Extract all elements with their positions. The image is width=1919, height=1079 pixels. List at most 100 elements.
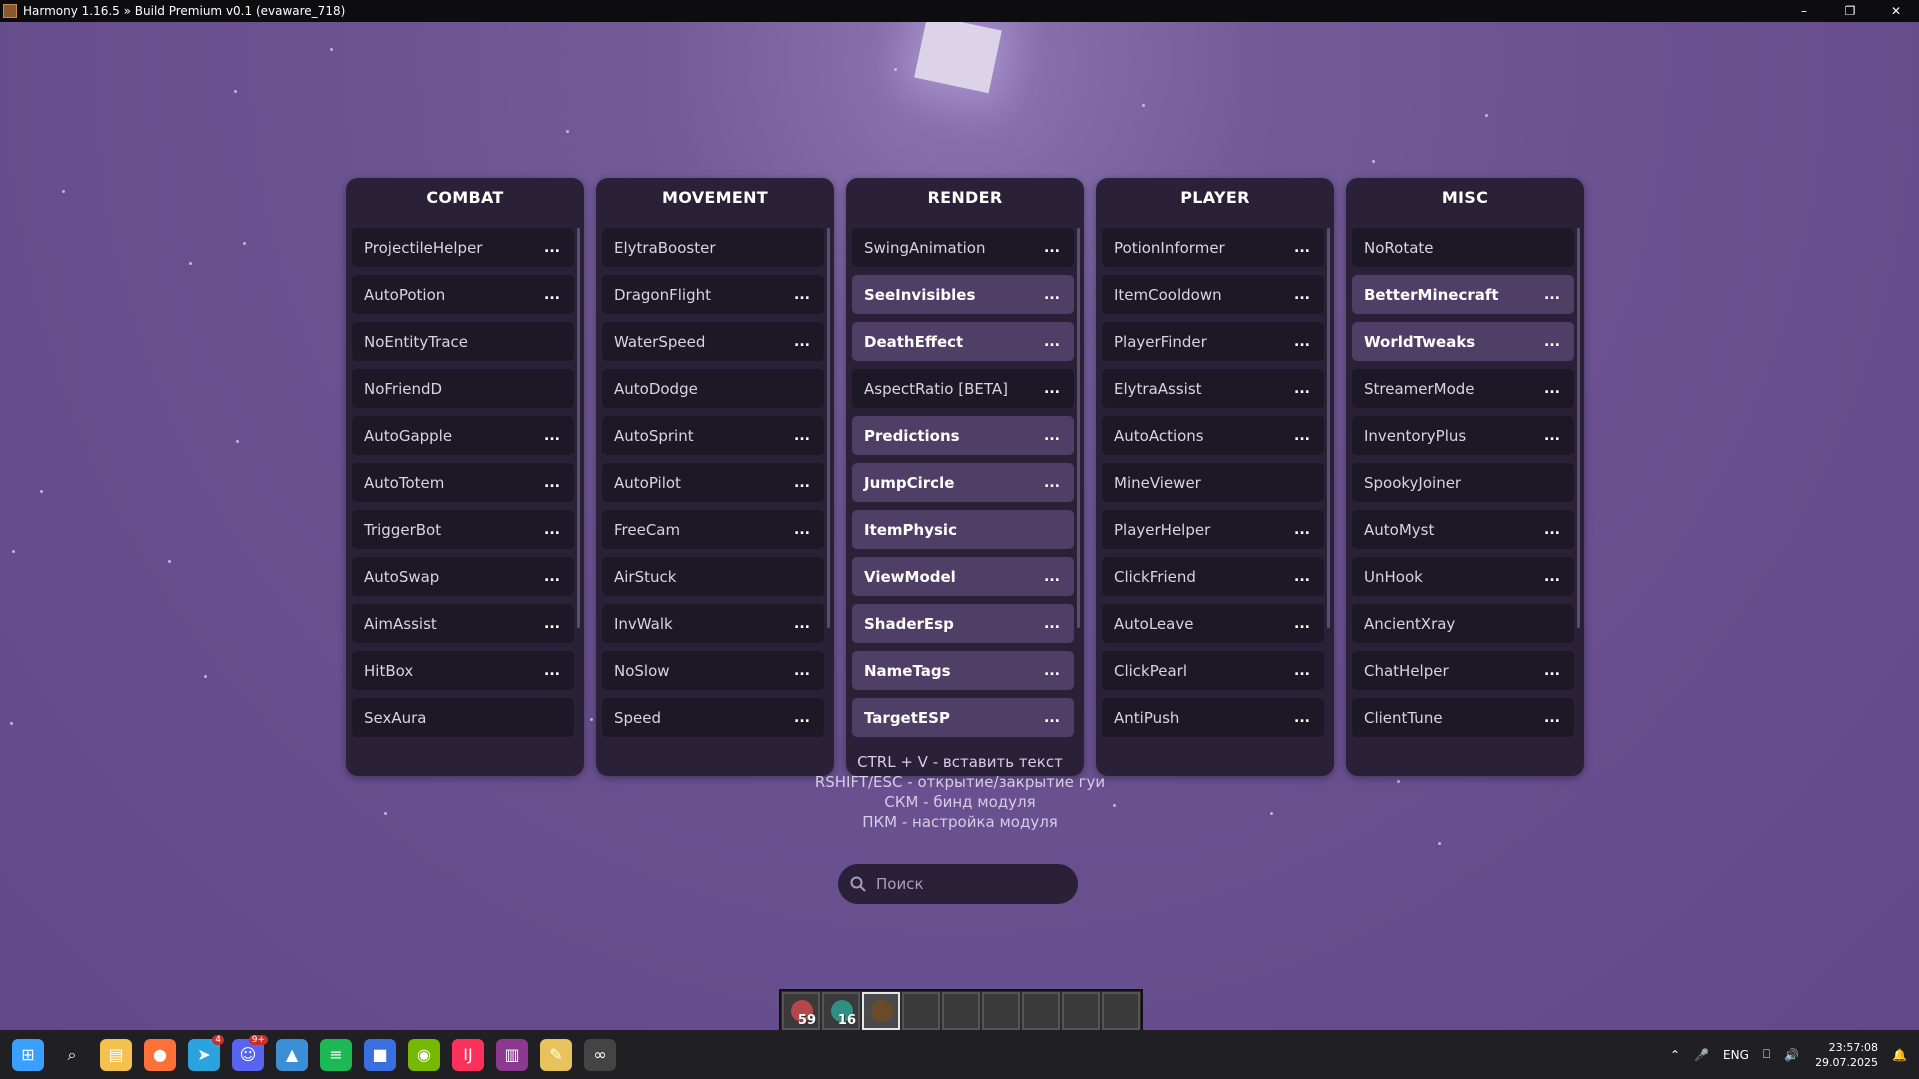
module-noentitytrace[interactable]: NoEntityTrace — [352, 322, 574, 361]
module-unhook[interactable]: UnHook... — [1352, 557, 1574, 596]
module-swinganimation[interactable]: SwingAnimation... — [852, 228, 1074, 267]
module-autogapple[interactable]: AutoGapple... — [352, 416, 574, 455]
module-airstuck[interactable]: AirStuck — [602, 557, 824, 596]
module-settings-button[interactable]: ... — [1544, 334, 1560, 350]
module-predictions[interactable]: Predictions... — [852, 416, 1074, 455]
module-viewmodel[interactable]: ViewModel... — [852, 557, 1074, 596]
module-settings-button[interactable]: ... — [1544, 569, 1560, 585]
module-settings-button[interactable]: ... — [1044, 616, 1060, 632]
module-settings-button[interactable]: ... — [1044, 475, 1060, 491]
module-aspectratio-beta[interactable]: AspectRatio [BETA]... — [852, 369, 1074, 408]
notes-icon[interactable]: ✎ — [540, 1038, 572, 1071]
module-itemcooldown[interactable]: ItemCooldown... — [1102, 275, 1324, 314]
search-icon[interactable]: ⌕ — [56, 1039, 88, 1071]
module-settings-button[interactable]: ... — [1044, 381, 1060, 397]
module-triggerbot[interactable]: TriggerBot... — [352, 510, 574, 549]
module-settings-button[interactable]: ... — [544, 616, 560, 632]
hotbar-slot[interactable] — [1102, 992, 1140, 1030]
module-settings-button[interactable]: ... — [1294, 334, 1310, 350]
module-antipush[interactable]: AntiPush... — [1102, 698, 1324, 737]
module-autosprint[interactable]: AutoSprint... — [602, 416, 824, 455]
module-settings-button[interactable]: ... — [794, 428, 810, 444]
module-settings-button[interactable]: ... — [1544, 663, 1560, 679]
hotbar-slot[interactable]: 59 — [782, 992, 820, 1030]
discord-icon[interactable]: ☺ 9+ — [232, 1034, 268, 1071]
scrollbar[interactable] — [1077, 228, 1080, 628]
photos-icon[interactable]: ▲ — [276, 1038, 308, 1071]
module-aimassist[interactable]: AimAssist... — [352, 604, 574, 643]
module-chathelper[interactable]: ChatHelper... — [1352, 651, 1574, 690]
module-freecam[interactable]: FreeCam... — [602, 510, 824, 549]
module-hitbox[interactable]: HitBox... — [352, 651, 574, 690]
module-autopilot[interactable]: AutoPilot... — [602, 463, 824, 502]
module-automyst[interactable]: AutoMyst... — [1352, 510, 1574, 549]
module-autoleave[interactable]: AutoLeave... — [1102, 604, 1324, 643]
module-settings-button[interactable]: ... — [794, 475, 810, 491]
language-indicator[interactable]: ENG — [1723, 1048, 1749, 1062]
module-autoswap[interactable]: AutoSwap... — [352, 557, 574, 596]
module-settings-button[interactable]: ... — [1294, 616, 1310, 632]
module-settings-button[interactable]: ... — [1044, 428, 1060, 444]
module-settings-button[interactable]: ... — [1044, 710, 1060, 726]
module-betterminecraft[interactable]: BetterMinecraft... — [1352, 275, 1574, 314]
module-jumpcircle[interactable]: JumpCircle... — [852, 463, 1074, 502]
roblox-icon[interactable]: ■ — [364, 1038, 396, 1071]
spotify-icon[interactable]: ≡ — [320, 1038, 352, 1071]
module-seeinvisibles[interactable]: SeeInvisibles... — [852, 275, 1074, 314]
module-clickfriend[interactable]: ClickFriend... — [1102, 557, 1324, 596]
module-elytrabooster[interactable]: ElytraBooster — [602, 228, 824, 267]
module-potioninformer[interactable]: PotionInformer... — [1102, 228, 1324, 267]
file-explorer-icon[interactable]: ▤ — [100, 1038, 132, 1071]
module-streamermode[interactable]: StreamerMode... — [1352, 369, 1574, 408]
notification-icon[interactable]: 🔔 — [1892, 1048, 1907, 1062]
clock[interactable]: 23:57:08 29.07.2025 — [1815, 1040, 1878, 1070]
hotbar-slot[interactable] — [1062, 992, 1100, 1030]
module-settings-button[interactable]: ... — [794, 663, 810, 679]
search-box[interactable] — [838, 864, 1078, 904]
hotbar-slot[interactable] — [1022, 992, 1060, 1030]
close-button[interactable]: ✕ — [1873, 0, 1919, 22]
module-autopotion[interactable]: AutoPotion... — [352, 275, 574, 314]
module-elytraassist[interactable]: ElytraAssist... — [1102, 369, 1324, 408]
module-settings-button[interactable]: ... — [1044, 334, 1060, 350]
module-settings-button[interactable]: ... — [544, 287, 560, 303]
module-worldtweaks[interactable]: WorldTweaks... — [1352, 322, 1574, 361]
module-itemphysic[interactable]: ItemPhysic — [852, 510, 1074, 549]
module-settings-button[interactable]: ... — [1044, 287, 1060, 303]
module-projectilehelper[interactable]: ProjectileHelper... — [352, 228, 574, 267]
module-playerhelper[interactable]: PlayerHelper... — [1102, 510, 1324, 549]
module-settings-button[interactable]: ... — [544, 569, 560, 585]
windows-start-icon[interactable]: ⊞ — [12, 1038, 44, 1071]
module-settings-button[interactable]: ... — [544, 475, 560, 491]
module-clickpearl[interactable]: ClickPearl... — [1102, 651, 1324, 690]
module-playerfinder[interactable]: PlayerFinder... — [1102, 322, 1324, 361]
nvidia-icon[interactable]: ◉ — [408, 1038, 440, 1071]
chevron-up-icon[interactable]: ⌃ — [1670, 1048, 1680, 1062]
scrollbar[interactable] — [1577, 228, 1580, 628]
module-settings-button[interactable]: ... — [544, 522, 560, 538]
hotbar-slot[interactable] — [982, 992, 1020, 1030]
module-norotate[interactable]: NoRotate — [1352, 228, 1574, 267]
module-autoactions[interactable]: AutoActions... — [1102, 416, 1324, 455]
module-clienttune[interactable]: ClientTune... — [1352, 698, 1574, 737]
module-settings-button[interactable]: ... — [1294, 569, 1310, 585]
module-settings-button[interactable]: ... — [794, 334, 810, 350]
network-icon[interactable]: ⎕ — [1763, 1047, 1770, 1062]
module-waterspeed[interactable]: WaterSpeed... — [602, 322, 824, 361]
microphone-icon[interactable]: 🎤 — [1694, 1048, 1709, 1062]
module-autododge[interactable]: AutoDodge — [602, 369, 824, 408]
module-sexaura[interactable]: SexAura — [352, 698, 574, 737]
telegram-icon[interactable]: ➤ 4 — [188, 1034, 224, 1071]
minimize-button[interactable]: – — [1781, 0, 1827, 22]
module-settings-button[interactable]: ... — [1294, 287, 1310, 303]
module-targetesp[interactable]: TargetESP... — [852, 698, 1074, 737]
module-invwalk[interactable]: InvWalk... — [602, 604, 824, 643]
module-settings-button[interactable]: ... — [544, 240, 560, 256]
module-settings-button[interactable]: ... — [1294, 710, 1310, 726]
module-inventoryplus[interactable]: InventoryPlus... — [1352, 416, 1574, 455]
module-settings-button[interactable]: ... — [794, 710, 810, 726]
module-settings-button[interactable]: ... — [544, 663, 560, 679]
hotbar-slot[interactable] — [902, 992, 940, 1030]
module-speed[interactable]: Speed... — [602, 698, 824, 737]
module-spookyjoiner[interactable]: SpookyJoiner — [1352, 463, 1574, 502]
